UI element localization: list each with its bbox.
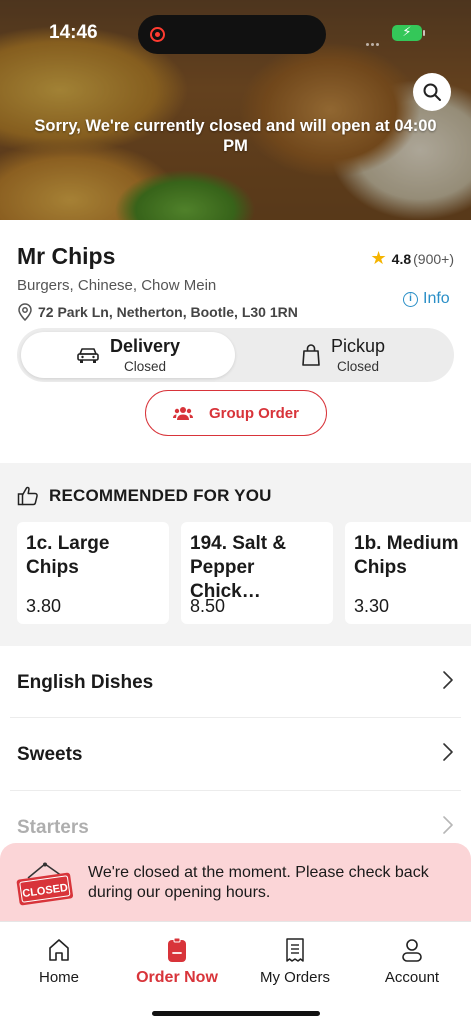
- category-label: English Dishes: [17, 672, 154, 693]
- tab-bar: Home Order Now My Orders Account: [0, 921, 471, 1024]
- item-price: 8.50: [190, 596, 226, 616]
- closed-banner-text: Sorry, We're currently closed and will o…: [34, 117, 437, 155]
- tab-label: Home: [38, 969, 79, 986]
- delivery-label: Delivery: [109, 336, 181, 356]
- chevron-right-icon: [443, 671, 453, 689]
- home-indicator: [152, 1011, 320, 1016]
- group-order-button[interactable]: Group Order: [145, 390, 327, 436]
- group-icon: [172, 407, 193, 420]
- recording-icon: [150, 27, 165, 42]
- rating-count: (900+): [413, 250, 454, 267]
- tab-label: Order Now: [136, 969, 218, 986]
- hero-banner: 14:46 ⚡ Sorry, We're currently closed an…: [0, 0, 471, 220]
- recommended-card[interactable]: 194. Salt & Pepper Chick… 8.50: [181, 522, 333, 624]
- person-icon: [402, 939, 422, 962]
- category-label: Starters: [17, 817, 89, 838]
- recommended-card[interactable]: 1b. Medium Chips 3.30: [345, 522, 471, 624]
- bag-icon: [302, 344, 320, 366]
- info-label: Info: [423, 290, 450, 307]
- category-label: Sweets: [17, 744, 83, 765]
- info-icon: i: [403, 291, 418, 307]
- search-button[interactable]: [413, 73, 451, 111]
- item-name: 194. Salt & Pepper Chick…: [190, 533, 287, 602]
- pickup-option[interactable]: Pickup Closed: [236, 332, 450, 378]
- dynamic-island: [138, 15, 326, 54]
- status-time: 14:46: [49, 22, 98, 43]
- closed-sign-icon: CLOSED: [16, 862, 74, 906]
- pickup-label: Pickup: [330, 336, 386, 356]
- receipt-icon: [286, 938, 304, 962]
- delivery-option[interactable]: Delivery Closed: [21, 332, 235, 378]
- rating-value: 4.8: [391, 250, 412, 267]
- location-pin-icon: [18, 303, 32, 321]
- search-icon: [423, 83, 441, 101]
- order-mode-toggle: Delivery Closed Pickup Closed: [17, 328, 454, 382]
- tab-my-orders[interactable]: My Orders: [236, 937, 354, 986]
- chevron-right-icon: [443, 816, 453, 834]
- address: 72 Park Ln, Netherton, Bootle, L30 1RN: [17, 303, 298, 321]
- tab-order-now[interactable]: Order Now: [118, 937, 236, 987]
- closed-notice-message: We're closed at the moment. Please check…: [88, 864, 429, 901]
- signal-icon: [366, 33, 382, 46]
- item-name: 1b. Medium Chips: [354, 533, 459, 578]
- battery-icon: ⚡: [392, 24, 425, 41]
- thumbs-up-icon: [17, 486, 38, 506]
- item-name: 1c. Large Chips: [26, 533, 110, 578]
- home-icon: [49, 939, 69, 961]
- item-price: 3.30: [354, 596, 390, 616]
- tab-home[interactable]: Home: [0, 937, 118, 986]
- delivery-status: Closed: [123, 359, 167, 374]
- tab-label: My Orders: [259, 969, 330, 986]
- recommended-section: RECOMMENDED FOR YOU 1c. Large Chips 3.80…: [0, 463, 471, 646]
- category-english-dishes[interactable]: English Dishes: [0, 646, 471, 718]
- car-icon: [77, 348, 99, 363]
- pickup-status: Closed: [336, 359, 380, 374]
- cuisines: Burgers, Chinese, Chow Mein: [17, 277, 217, 294]
- address-text: 72 Park Ln, Netherton, Bootle, L30 1RN: [38, 304, 298, 320]
- star-icon: ★: [370, 248, 387, 268]
- chevron-right-icon: [443, 743, 453, 761]
- info-link[interactable]: i Info: [403, 290, 450, 308]
- restaurant-name: Mr Chips: [17, 243, 116, 269]
- category-sweets[interactable]: Sweets: [0, 718, 471, 790]
- group-order-label: Group Order: [208, 404, 299, 422]
- recommended-card[interactable]: 1c. Large Chips 3.80: [17, 522, 169, 624]
- rating: ★ 4.8 (900+): [371, 248, 454, 269]
- recommended-title: RECOMMENDED FOR YOU: [17, 486, 272, 506]
- order-icon: [168, 937, 186, 962]
- closed-notice: CLOSED We're closed at the moment. Pleas…: [0, 843, 471, 921]
- item-price: 3.80: [26, 596, 62, 616]
- tab-account[interactable]: Account: [353, 937, 471, 986]
- tab-label: Account: [384, 969, 440, 986]
- recommended-heading: RECOMMENDED FOR YOU: [49, 486, 272, 505]
